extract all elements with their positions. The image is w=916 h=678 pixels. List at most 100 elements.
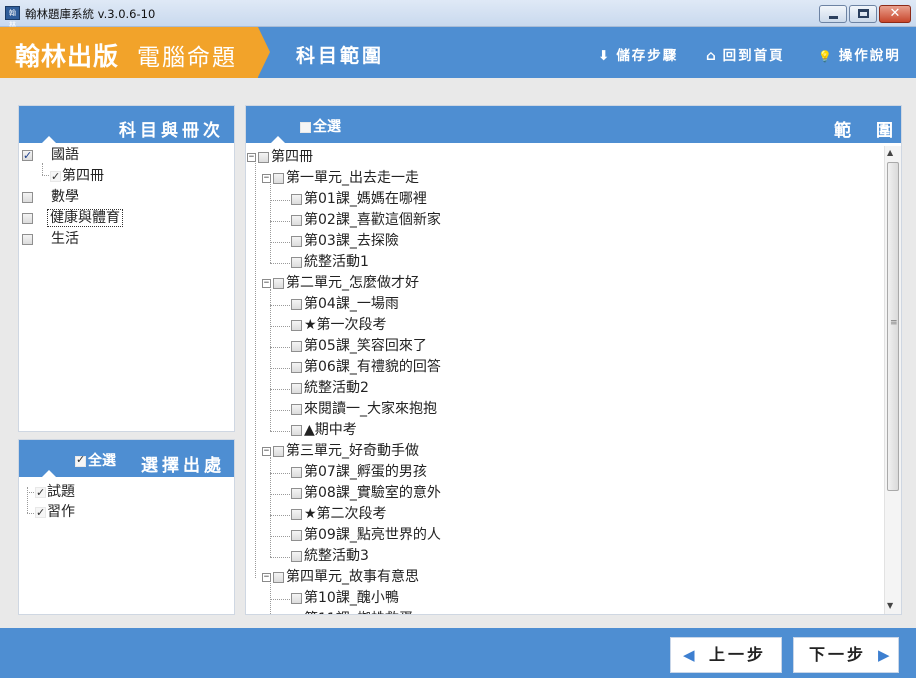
subject-label: 國語 bbox=[51, 147, 79, 163]
checkbox[interactable] bbox=[22, 191, 33, 203]
scroll-down-icon[interactable]: ▼ bbox=[887, 601, 893, 610]
home-label: 回到首頁 bbox=[722, 48, 785, 64]
scope-lesson[interactable]: 第10課_醜小鴨 bbox=[291, 589, 399, 607]
scope-lesson[interactable]: ★第二次段考 bbox=[291, 505, 387, 523]
next-step-button[interactable]: 下一步 ▶ bbox=[793, 637, 899, 673]
collapse-icon[interactable]: − bbox=[262, 278, 271, 288]
scope-lesson-label: 第07課_孵蛋的男孩 bbox=[304, 464, 427, 480]
checkbox[interactable] bbox=[291, 613, 302, 614]
scope-lesson[interactable]: ★第一次段考 bbox=[291, 316, 387, 334]
tree-line bbox=[27, 487, 28, 513]
checkbox[interactable] bbox=[35, 504, 46, 522]
tree-line bbox=[270, 368, 290, 369]
tree-line bbox=[270, 305, 290, 306]
scope-unit[interactable]: − 第一單元_出去走一走 bbox=[262, 169, 419, 187]
app-header: 翰林出版 電腦命題 科目範圍 ⬇ 儲存步驟 ⌂ 回到首頁 💡 操作說明 bbox=[0, 27, 916, 78]
scope-lesson-label: 第11課_蜘蛛救蛋 bbox=[304, 611, 413, 614]
checkbox[interactable] bbox=[291, 529, 302, 541]
home-link[interactable]: ⌂ 回到首頁 bbox=[706, 44, 785, 64]
scope-lesson[interactable]: ▲期中考 bbox=[291, 421, 357, 439]
checkbox[interactable] bbox=[273, 277, 284, 289]
checkbox[interactable] bbox=[258, 151, 269, 163]
scope-lesson[interactable]: 第04課_一場雨 bbox=[291, 295, 399, 313]
brand-logo: 翰林出版 電腦命題 bbox=[0, 27, 258, 78]
scope-lesson-label: ★第二次段考 bbox=[304, 506, 387, 522]
source-item-workbook[interactable]: 習作 bbox=[35, 503, 75, 522]
subject-item-math[interactable]: 數學 bbox=[22, 188, 79, 206]
collapse-icon[interactable]: − bbox=[262, 572, 271, 582]
scope-lesson[interactable]: 統整活動2 bbox=[291, 379, 369, 397]
checkbox[interactable] bbox=[291, 466, 302, 478]
scope-root[interactable]: − 第四冊 bbox=[247, 148, 313, 166]
checkbox[interactable] bbox=[35, 484, 46, 502]
checkbox[interactable] bbox=[50, 168, 61, 186]
tree-line bbox=[270, 457, 271, 557]
scope-lesson[interactable]: 第07課_孵蛋的男孩 bbox=[291, 463, 427, 481]
window-title: 翰林題庫系統 v.3.0.6-10 bbox=[25, 7, 156, 21]
checkbox[interactable] bbox=[291, 193, 302, 205]
subject-item-chinese[interactable]: 國語 bbox=[22, 146, 79, 165]
source-item-questions[interactable]: 試題 bbox=[35, 483, 75, 502]
scope-lesson[interactable]: 第06課_有禮貌的回答 bbox=[291, 358, 441, 376]
checkbox[interactable] bbox=[273, 172, 284, 184]
checkbox[interactable] bbox=[291, 487, 302, 499]
checkbox[interactable] bbox=[291, 424, 302, 436]
scope-lesson[interactable]: 統整活動1 bbox=[291, 253, 369, 271]
checkbox[interactable] bbox=[22, 212, 33, 224]
scope-lesson[interactable]: 第02課_喜歡這個新家 bbox=[291, 211, 441, 229]
collapse-icon[interactable]: − bbox=[247, 152, 256, 162]
collapse-icon[interactable]: − bbox=[262, 446, 271, 456]
scope-lesson[interactable]: 第11課_蜘蛛救蛋 bbox=[291, 610, 413, 614]
checkbox[interactable] bbox=[22, 233, 33, 245]
checkbox[interactable] bbox=[291, 361, 302, 373]
checkbox[interactable] bbox=[291, 214, 302, 226]
scroll-up-icon[interactable]: ▲ bbox=[887, 148, 893, 157]
scope-unit[interactable]: − 第二單元_怎麼做才好 bbox=[262, 274, 419, 292]
source-label: 試題 bbox=[47, 484, 75, 500]
close-button[interactable]: ✕ bbox=[879, 5, 911, 23]
scope-select-all[interactable]: 全選 bbox=[300, 116, 341, 136]
scope-lesson[interactable]: 第03課_去探險 bbox=[291, 232, 399, 250]
header-notch bbox=[41, 136, 57, 144]
scope-lesson[interactable]: 第05課_笑容回來了 bbox=[291, 337, 427, 355]
checkbox[interactable] bbox=[300, 121, 311, 133]
subject-item-life[interactable]: 生活 bbox=[22, 230, 79, 248]
checkbox[interactable] bbox=[291, 256, 302, 268]
checkbox[interactable] bbox=[291, 235, 302, 247]
scope-lesson[interactable]: 統整活動3 bbox=[291, 547, 369, 565]
tree-line bbox=[27, 513, 34, 514]
tree-line bbox=[270, 431, 290, 432]
checkbox[interactable] bbox=[273, 445, 284, 457]
scope-lesson-label: 第09課_點亮世界的人 bbox=[304, 527, 441, 543]
volume-item-4[interactable]: 第四冊 bbox=[50, 167, 104, 186]
tree-line bbox=[270, 242, 290, 243]
scope-unit[interactable]: − 第三單元_好奇動手做 bbox=[262, 442, 419, 460]
minimize-button[interactable] bbox=[819, 5, 847, 23]
help-link[interactable]: 💡 操作說明 bbox=[818, 44, 901, 64]
checkbox[interactable] bbox=[291, 319, 302, 331]
source-select-all[interactable]: 全選 bbox=[75, 450, 116, 470]
save-steps-link[interactable]: ⬇ 儲存步驟 bbox=[598, 44, 678, 64]
scope-lesson[interactable]: 第08課_實驗室的意外 bbox=[291, 484, 441, 502]
checkbox[interactable] bbox=[291, 403, 302, 415]
checkbox[interactable] bbox=[75, 453, 86, 467]
brand-name: 翰林出版 bbox=[15, 42, 120, 71]
checkbox[interactable] bbox=[291, 382, 302, 394]
scope-panel: 全選 範 圍 − 第四冊 − 第一單元_出去走一走 第01課_媽媽在哪裡 第02課_喜歡這… bbox=[245, 105, 902, 615]
checkbox[interactable] bbox=[22, 147, 33, 165]
checkbox[interactable] bbox=[291, 340, 302, 352]
checkbox[interactable] bbox=[291, 550, 302, 562]
scope-lesson[interactable]: 第09課_點亮世界的人 bbox=[291, 526, 441, 544]
subject-item-health-pe[interactable]: 健康與體育 bbox=[22, 209, 123, 227]
scope-lesson[interactable]: 第01課_媽媽在哪裡 bbox=[291, 190, 427, 208]
maximize-button[interactable] bbox=[849, 5, 877, 23]
scope-unit[interactable]: − 第四單元_故事有意思 bbox=[262, 568, 419, 586]
scope-lesson-label: 第08課_實驗室的意外 bbox=[304, 485, 441, 501]
previous-step-button[interactable]: ◀ 上一步 bbox=[670, 637, 782, 673]
checkbox[interactable] bbox=[291, 508, 302, 520]
scope-lesson[interactable]: 來閱讀一_大家來抱抱 bbox=[291, 400, 437, 418]
collapse-icon[interactable]: − bbox=[262, 173, 271, 183]
checkbox[interactable] bbox=[291, 298, 302, 310]
checkbox[interactable] bbox=[291, 592, 302, 604]
checkbox[interactable] bbox=[273, 571, 284, 583]
